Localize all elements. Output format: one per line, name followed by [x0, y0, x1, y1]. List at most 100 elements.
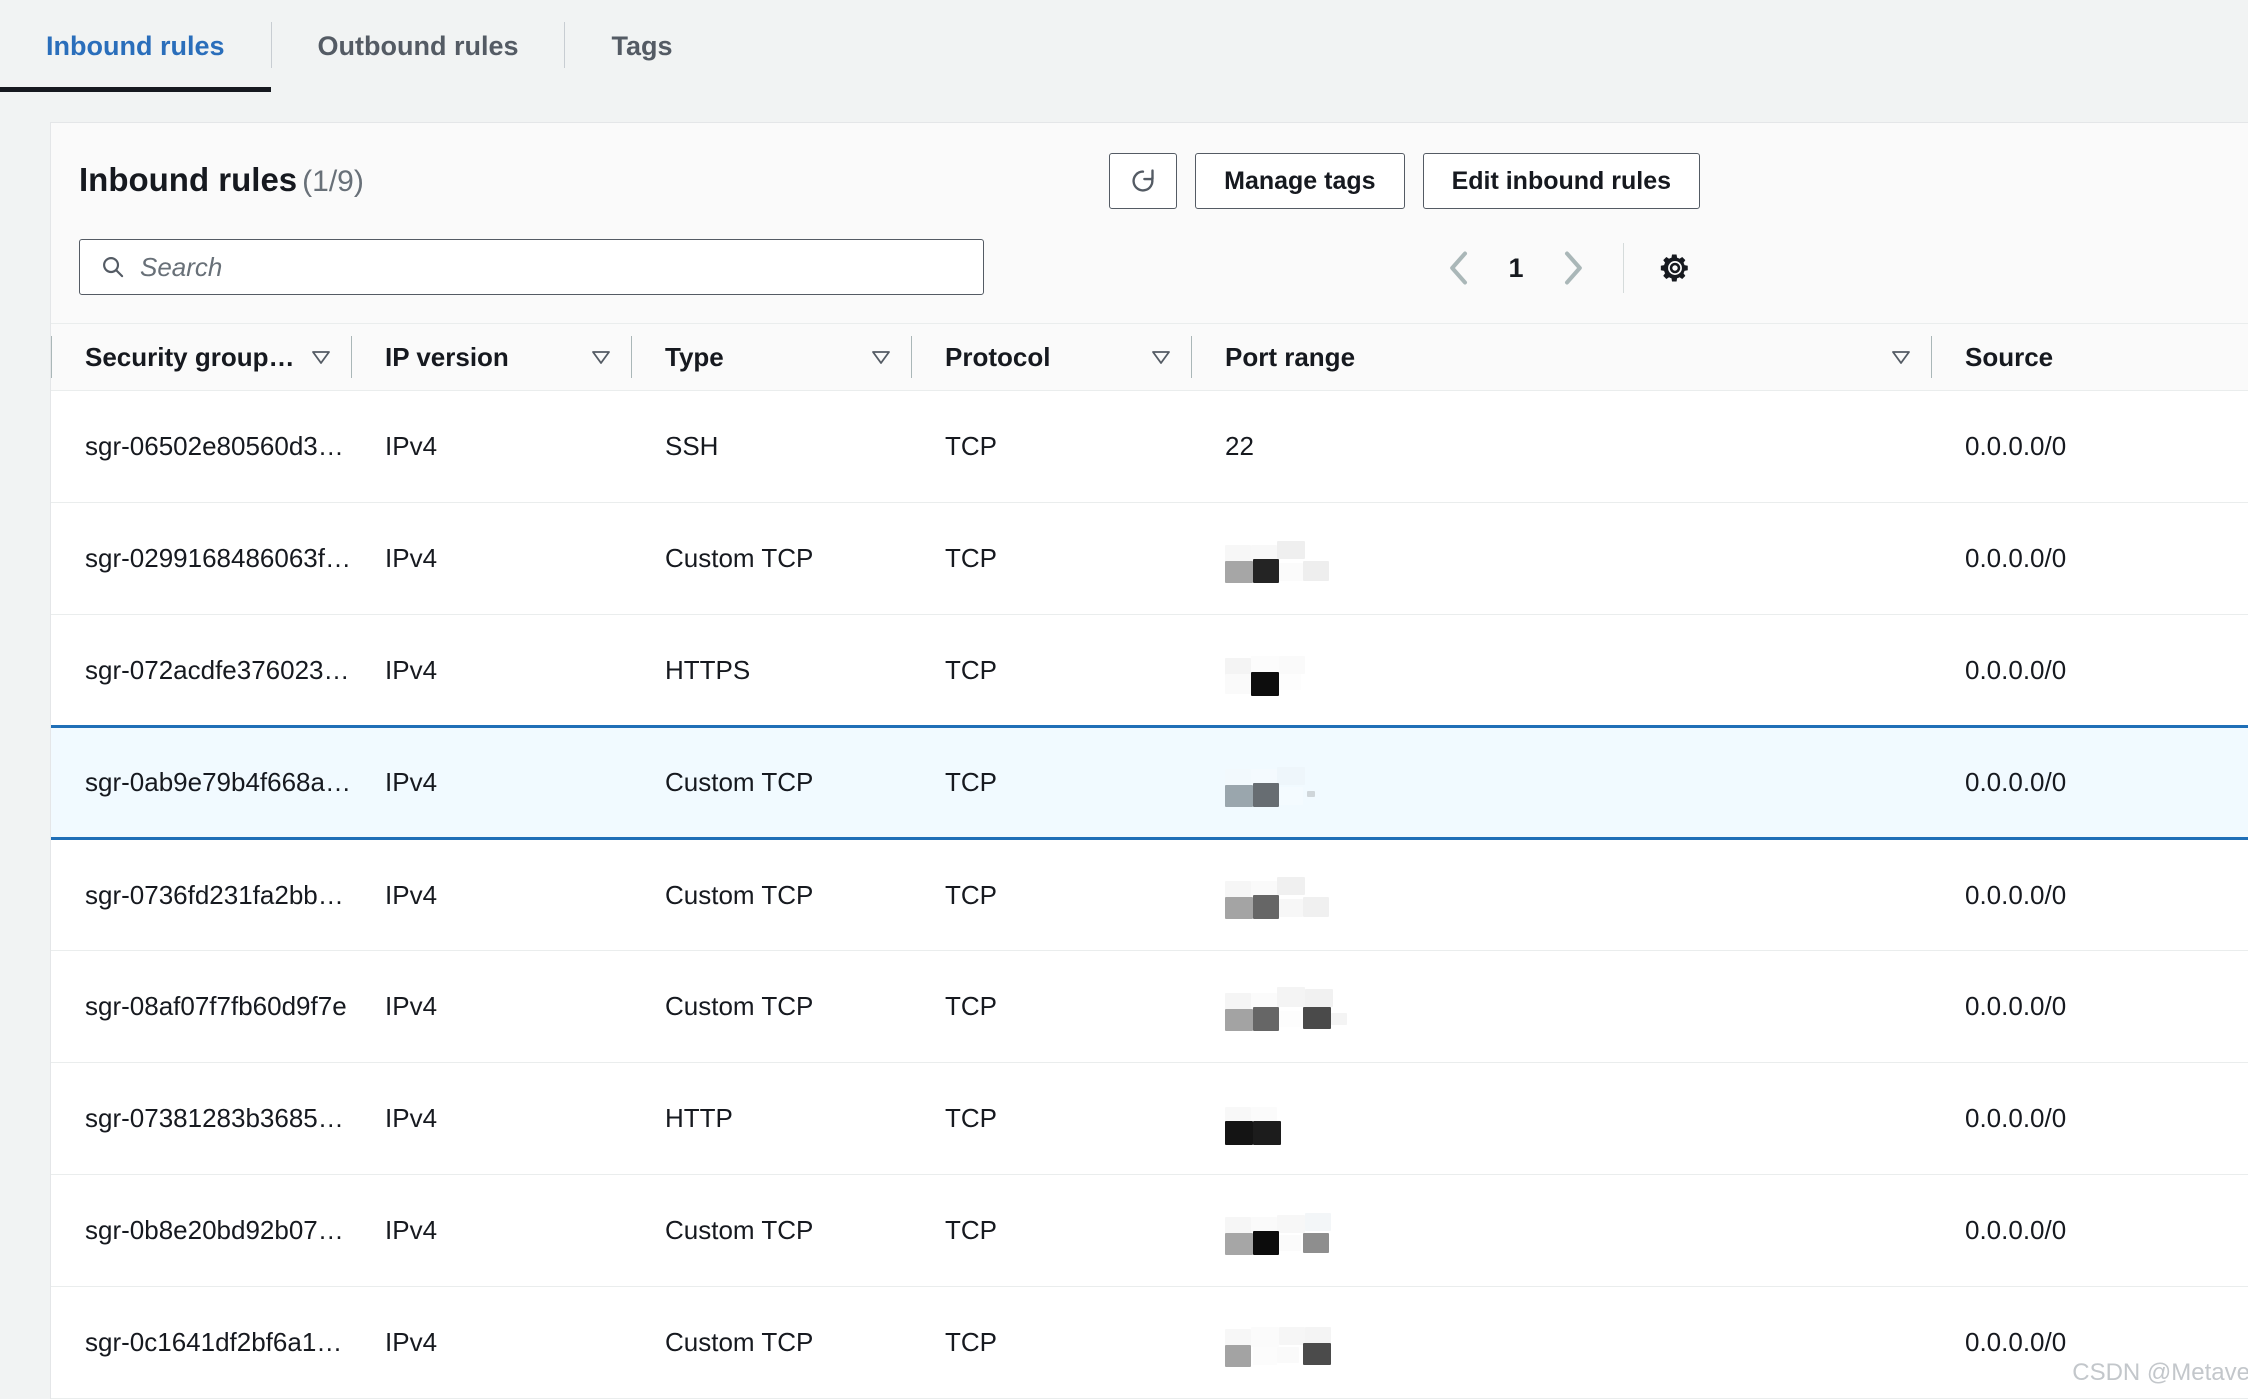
table-row[interactable]: sgr-08af07f7fb60d9f7e IPv4 Custom TCP TCP 0.…	[51, 950, 2248, 1063]
cell-type: Custom TCP	[631, 725, 911, 840]
column-header-source[interactable]: Source	[1931, 323, 2248, 391]
cell-protocol: TCP	[911, 1174, 1191, 1287]
censored-port-range	[1225, 531, 1329, 587]
censored-port-range	[1225, 1091, 1281, 1147]
tab-inbound-rules[interactable]: Inbound rules	[0, 0, 271, 92]
cell-port-range: 22	[1191, 390, 1931, 503]
cell-port-range	[1191, 838, 1931, 951]
cell-rule-id: sgr-0b8e20bd92b072...	[51, 1174, 351, 1287]
column-header-port-range[interactable]: Port range	[1191, 323, 1931, 391]
sort-descending-icon	[312, 351, 330, 364]
manage-tags-button[interactable]: Manage tags	[1195, 153, 1405, 209]
refresh-button[interactable]	[1109, 153, 1178, 209]
page-title: Inbound rules (1/9)	[79, 161, 364, 199]
chevron-left-icon	[1450, 251, 1467, 285]
cell-rule-id: sgr-08af07f7fb60d9f7e	[51, 950, 351, 1063]
cell-protocol: TCP	[911, 502, 1191, 615]
header-actions: Manage tags Edit inbound rules	[1109, 153, 1700, 209]
cell-ip-version: IPv4	[351, 838, 631, 951]
cell-port-range	[1191, 725, 1931, 840]
cell-port-range	[1191, 502, 1931, 615]
tab-outbound-rules[interactable]: Outbound rules	[272, 0, 565, 92]
table-header-row: Security group rule... IP version	[51, 323, 2248, 391]
cell-type: HTTPS	[631, 614, 911, 727]
column-header-label: IP version	[385, 341, 509, 372]
table-row[interactable]: sgr-0736fd231fa2bb89d IPv4 Custom TCP TCP 0.…	[51, 838, 2248, 951]
censored-port-range	[1225, 642, 1305, 698]
rules-count: (1/9)	[302, 165, 364, 198]
cell-source: 0.0.0.0/0	[1931, 1174, 2248, 1287]
cell-type: Custom TCP	[631, 950, 911, 1063]
pagination-divider	[1623, 243, 1624, 293]
table-row[interactable]: sgr-0b8e20bd92b072... IPv4 Custom TCP TCP 0.…	[51, 1174, 2248, 1287]
cell-port-range	[1191, 1286, 1931, 1399]
cell-source: 0.0.0.0/0	[1931, 390, 2248, 503]
table-row[interactable]: sgr-06502e80560d3d... IPv4 SSH TCP 22 0.0.0.0…	[51, 390, 2248, 503]
column-header-label: Security group rule...	[85, 341, 301, 372]
column-header-label: Type	[665, 341, 724, 372]
inbound-rules-panel: Inbound rules (1/9) Manage tags Edit inbo…	[50, 122, 2248, 1399]
page-title-text: Inbound rules	[79, 161, 298, 198]
sort-descending-icon	[592, 351, 610, 364]
censored-port-range	[1225, 1203, 1331, 1259]
cell-source: 0.0.0.0/0	[1931, 950, 2248, 1063]
cell-type: Custom TCP	[631, 502, 911, 615]
column-header-ip-version[interactable]: IP version	[351, 323, 631, 391]
column-header-rule-id[interactable]: Security group rule...	[51, 323, 351, 391]
table-row[interactable]: sgr-0ab9e79b4f668a625 IPv4 Custom TCP TCP 0.…	[51, 725, 2248, 840]
pagination-page-1[interactable]: 1	[1493, 253, 1539, 284]
table-preferences-button[interactable]	[1648, 241, 1702, 295]
cell-rule-id: sgr-07381283b36853...	[51, 1062, 351, 1175]
cell-ip-version: IPv4	[351, 1062, 631, 1175]
column-header-label: Port range	[1225, 341, 1356, 372]
table-row[interactable]: sgr-0299168486063f9c9 IPv4 Custom TCP TCP 0.…	[51, 502, 2248, 615]
pagination-prev-button[interactable]	[1433, 242, 1485, 294]
search-icon	[103, 257, 124, 278]
cell-rule-id: sgr-0ab9e79b4f668a625	[51, 725, 351, 840]
cell-source: 0.0.0.0/0	[1931, 1062, 2248, 1175]
cell-port-range	[1191, 614, 1931, 727]
cell-type: HTTP	[631, 1062, 911, 1175]
table-row[interactable]: sgr-0c1641df2bf6a1b60 IPv4 Custom TCP TCP 0.…	[51, 1286, 2248, 1399]
edit-inbound-rules-button[interactable]: Edit inbound rules	[1422, 153, 1700, 209]
column-header-type[interactable]: Type	[631, 323, 911, 391]
cell-rule-id: sgr-0c1641df2bf6a1b60	[51, 1286, 351, 1399]
cell-protocol: TCP	[911, 390, 1191, 503]
table-row[interactable]: sgr-07381283b36853... IPv4 HTTP TCP 0.0.0.0/…	[51, 1062, 2248, 1175]
tab-label: Inbound rules	[46, 30, 225, 61]
cell-ip-version: IPv4	[351, 1286, 631, 1399]
column-header-protocol[interactable]: Protocol	[911, 323, 1191, 391]
inbound-rules-table: Security group rule... IP version	[51, 323, 2248, 1399]
cell-protocol: TCP	[911, 1286, 1191, 1399]
watermark: CSDN @MetaverseMan	[2072, 1359, 2248, 1386]
sort-descending-icon	[1152, 351, 1170, 364]
pagination-next-button[interactable]	[1547, 242, 1599, 294]
search-input[interactable]	[140, 251, 940, 283]
cell-rule-id: sgr-072acdfe376023276	[51, 614, 351, 727]
censored-port-range	[1225, 755, 1315, 811]
cell-source: 0.0.0.0/0	[1931, 614, 2248, 727]
cell-port-range	[1191, 1174, 1931, 1287]
cell-protocol: TCP	[911, 1062, 1191, 1175]
tab-label: Tags	[611, 30, 673, 61]
filter-row: 1	[51, 233, 2248, 323]
cell-type: SSH	[631, 390, 911, 503]
cell-ip-version: IPv4	[351, 502, 631, 615]
cell-rule-id: sgr-0736fd231fa2bb89d	[51, 838, 351, 951]
column-header-label: Protocol	[945, 341, 1051, 372]
censored-port-range	[1225, 867, 1329, 923]
cell-rule-id: sgr-06502e80560d3d...	[51, 390, 351, 503]
cell-type: Custom TCP	[631, 838, 911, 951]
tab-bar: Inbound rules Outbound rules Tags	[0, 0, 2248, 92]
tab-tags[interactable]: Tags	[565, 0, 718, 92]
sort-descending-icon	[1892, 351, 1910, 364]
table-row[interactable]: sgr-072acdfe376023276 IPv4 HTTPS TCP 0.0.0.0…	[51, 614, 2248, 727]
pagination: 1	[1433, 241, 1702, 295]
tab-label: Outbound rules	[317, 30, 519, 61]
cell-ip-version: IPv4	[351, 950, 631, 1063]
censored-port-range	[1225, 979, 1347, 1035]
panel-header: Inbound rules (1/9) Manage tags Edit inbo…	[51, 123, 2248, 233]
column-header-label: Source	[1965, 341, 2054, 372]
cell-protocol: TCP	[911, 838, 1191, 951]
search-box[interactable]	[79, 239, 984, 295]
